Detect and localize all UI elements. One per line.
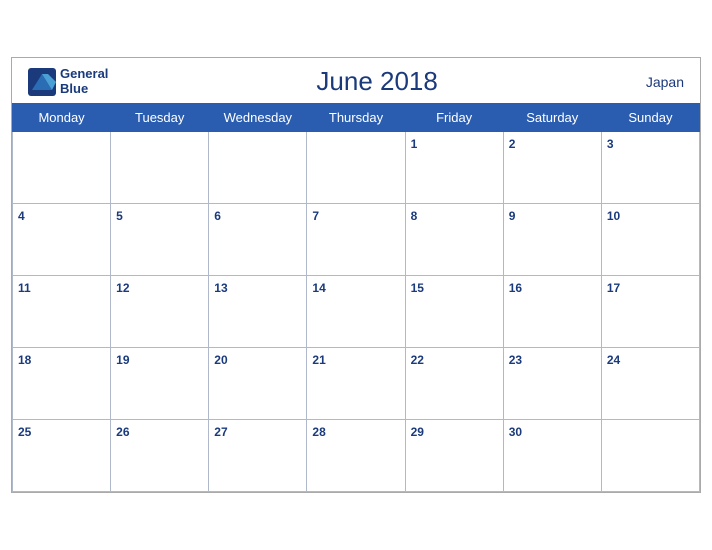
calendar-week-row-5: 25 26 27 28 29 30 xyxy=(13,420,700,492)
calendar-cell xyxy=(601,420,699,492)
calendar-cell: 25 xyxy=(13,420,111,492)
calendar-cell: 1 xyxy=(405,132,503,204)
calendar-table: Monday Tuesday Wednesday Thursday Friday… xyxy=(12,103,700,492)
calendar-cell: 27 xyxy=(209,420,307,492)
day-number: 7 xyxy=(312,209,319,223)
day-number: 20 xyxy=(214,353,227,367)
calendar-cell: 16 xyxy=(503,276,601,348)
calendar-cell: 15 xyxy=(405,276,503,348)
calendar-cell xyxy=(13,132,111,204)
country-label: Japan xyxy=(646,74,684,90)
calendar-cell: 19 xyxy=(111,348,209,420)
calendar-cell: 12 xyxy=(111,276,209,348)
logo-text: General Blue xyxy=(60,67,108,96)
day-number: 16 xyxy=(509,281,522,295)
calendar-week-row-3: 11 12 13 14 15 16 17 xyxy=(13,276,700,348)
calendar-body: 1234567891011121314151617181920212223242… xyxy=(13,132,700,492)
header-tuesday: Tuesday xyxy=(111,104,209,132)
day-number: 3 xyxy=(607,137,614,151)
calendar-cell: 29 xyxy=(405,420,503,492)
calendar-header: General Blue June 2018 Japan xyxy=(12,58,700,103)
day-number: 26 xyxy=(116,425,129,439)
day-number: 11 xyxy=(18,281,31,295)
calendar-cell: 24 xyxy=(601,348,699,420)
day-number: 18 xyxy=(18,353,31,367)
day-number: 15 xyxy=(411,281,424,295)
logo-area: General Blue xyxy=(28,67,108,96)
day-number: 13 xyxy=(214,281,227,295)
calendar-container: General Blue June 2018 Japan Monday Tues… xyxy=(11,57,701,493)
calendar-cell: 22 xyxy=(405,348,503,420)
logo-icon xyxy=(28,68,56,96)
header-sunday: Sunday xyxy=(601,104,699,132)
day-number: 5 xyxy=(116,209,123,223)
calendar-week-row-4: 18 19 20 21 22 23 24 xyxy=(13,348,700,420)
day-number: 1 xyxy=(411,137,418,151)
logo-line1: General xyxy=(60,67,108,81)
header-wednesday: Wednesday xyxy=(209,104,307,132)
header-friday: Friday xyxy=(405,104,503,132)
calendar-cell: 20 xyxy=(209,348,307,420)
calendar-cell: 5 xyxy=(111,204,209,276)
calendar-cell: 14 xyxy=(307,276,405,348)
day-number: 23 xyxy=(509,353,522,367)
calendar-cell: 28 xyxy=(307,420,405,492)
calendar-cell: 13 xyxy=(209,276,307,348)
day-number: 9 xyxy=(509,209,516,223)
day-number: 6 xyxy=(214,209,221,223)
day-number: 22 xyxy=(411,353,424,367)
weekday-header-row: Monday Tuesday Wednesday Thursday Friday… xyxy=(13,104,700,132)
day-number: 25 xyxy=(18,425,31,439)
logo-line2: Blue xyxy=(60,82,108,96)
calendar-week-row-2: 4 5 6 7 8 9 10 xyxy=(13,204,700,276)
day-number: 8 xyxy=(411,209,418,223)
header-thursday: Thursday xyxy=(307,104,405,132)
day-number: 29 xyxy=(411,425,424,439)
header-monday: Monday xyxy=(13,104,111,132)
calendar-cell: 2 xyxy=(503,132,601,204)
day-number: 2 xyxy=(509,137,516,151)
day-number: 4 xyxy=(18,209,25,223)
day-number: 10 xyxy=(607,209,620,223)
day-number: 27 xyxy=(214,425,227,439)
day-number: 17 xyxy=(607,281,620,295)
day-number: 19 xyxy=(116,353,129,367)
calendar-cell: 26 xyxy=(111,420,209,492)
calendar-cell xyxy=(111,132,209,204)
calendar-cell xyxy=(209,132,307,204)
day-number: 12 xyxy=(116,281,129,295)
calendar-cell: 30 xyxy=(503,420,601,492)
calendar-cell: 9 xyxy=(503,204,601,276)
month-title: June 2018 xyxy=(316,66,437,97)
calendar-cell: 7 xyxy=(307,204,405,276)
calendar-cell: 8 xyxy=(405,204,503,276)
calendar-cell: 10 xyxy=(601,204,699,276)
calendar-cell: 21 xyxy=(307,348,405,420)
day-number: 21 xyxy=(312,353,325,367)
calendar-week-row-1: 1 2 3 xyxy=(13,132,700,204)
calendar-cell: 17 xyxy=(601,276,699,348)
day-number: 24 xyxy=(607,353,620,367)
day-number: 28 xyxy=(312,425,325,439)
calendar-cell: 18 xyxy=(13,348,111,420)
day-number: 14 xyxy=(312,281,325,295)
header-saturday: Saturday xyxy=(503,104,601,132)
day-number: 30 xyxy=(509,425,522,439)
calendar-cell xyxy=(307,132,405,204)
calendar-cell: 23 xyxy=(503,348,601,420)
calendar-cell: 3 xyxy=(601,132,699,204)
calendar-cell: 4 xyxy=(13,204,111,276)
calendar-cell: 6 xyxy=(209,204,307,276)
calendar-cell: 11 xyxy=(13,276,111,348)
